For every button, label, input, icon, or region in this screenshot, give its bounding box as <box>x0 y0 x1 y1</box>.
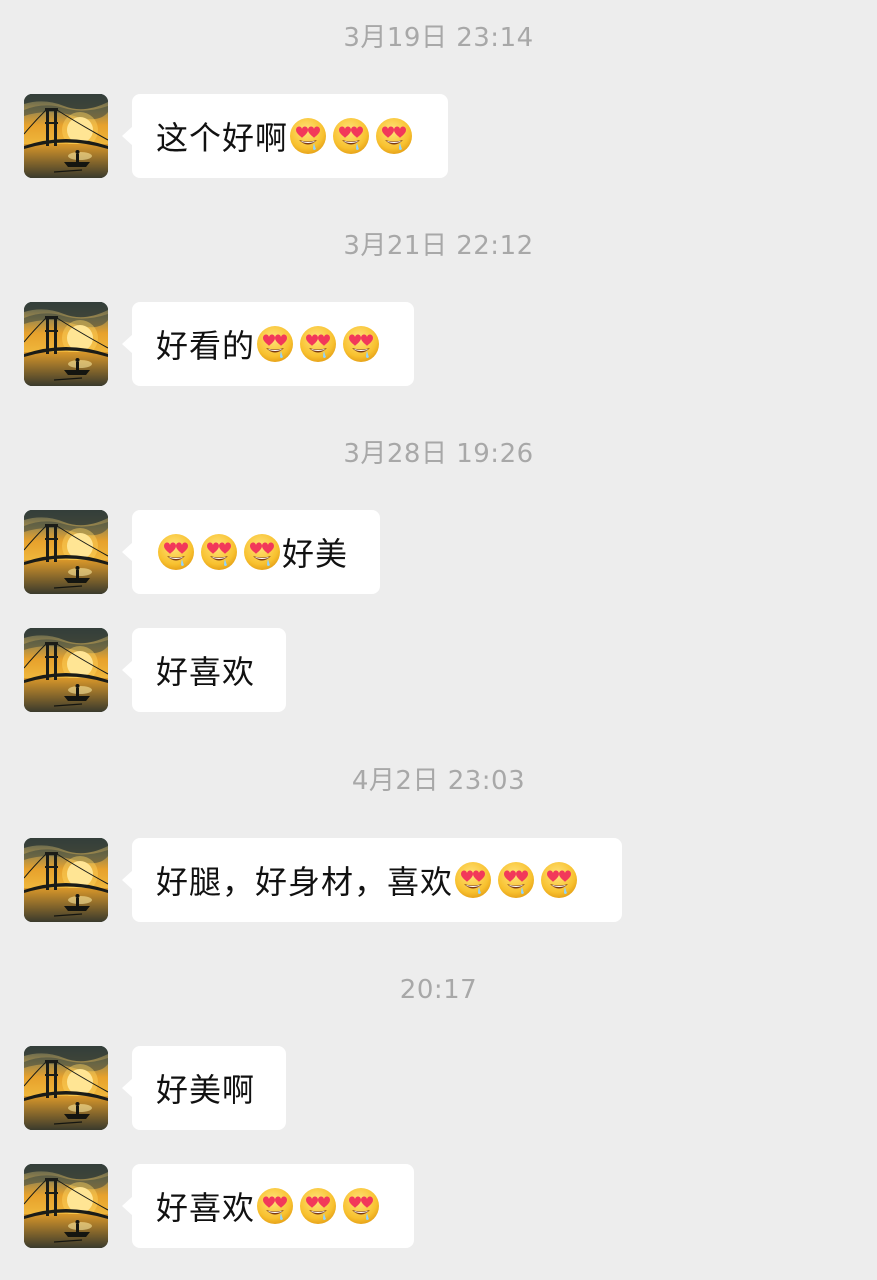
sunset-bridge-avatar-icon[interactable] <box>24 1164 108 1248</box>
message-bubble[interactable]: 这个好啊 <box>122 94 448 178</box>
message-text: 好美 <box>282 535 349 573</box>
message-timestamp: 20:17 <box>399 975 478 1005</box>
message-bubble[interactable]: 好看的 <box>122 302 414 386</box>
message-bubble[interactable]: 好美啊 <box>122 1046 286 1130</box>
heart-eyes-drooling-emoji-icon <box>343 1188 380 1224</box>
message-bubble[interactable]: 好喜欢 <box>122 1164 414 1248</box>
heart-eyes-drooling-emoji-icon <box>244 534 280 570</box>
message-text: 这个好啊 <box>156 119 289 157</box>
message-text: 好喜欢 <box>156 653 256 691</box>
emoji-group <box>453 860 579 900</box>
heart-eyes-drooling-emoji-icon <box>257 1188 294 1224</box>
message-bubble[interactable]: 好腿，好身材，喜欢 <box>122 838 622 922</box>
message-text: 好美啊 <box>156 1071 256 1109</box>
heart-eyes-drooling-emoji-icon <box>541 862 578 898</box>
message-text: 好腿，好身材，喜欢 <box>156 863 454 901</box>
message-timestamp: 3月28日 19:26 <box>343 439 534 469</box>
sunset-bridge-avatar-icon[interactable] <box>24 1046 108 1130</box>
message-timestamp: 3月21日 22:12 <box>343 231 534 261</box>
heart-eyes-drooling-emoji-icon <box>343 326 380 362</box>
sunset-bridge-avatar-icon[interactable] <box>24 838 108 922</box>
emoji-group <box>255 324 381 364</box>
heart-eyes-drooling-emoji-icon <box>300 326 337 362</box>
message-bubble[interactable]: 好美 <box>122 510 380 594</box>
heart-eyes-drooling-emoji-icon <box>290 118 327 154</box>
message-timestamp: 4月2日 23:03 <box>351 766 526 796</box>
message-bubble[interactable]: 好喜欢 <box>122 628 286 712</box>
heart-eyes-drooling-emoji-icon <box>158 534 194 570</box>
message-text: 好看的 <box>156 327 256 365</box>
heart-eyes-drooling-emoji-icon <box>257 326 294 362</box>
sunset-bridge-avatar-icon[interactable] <box>24 302 108 386</box>
message-text: 好喜欢 <box>156 1189 256 1227</box>
heart-eyes-drooling-emoji-icon <box>333 118 370 154</box>
emoji-group <box>156 532 282 572</box>
sunset-bridge-avatar-icon[interactable] <box>24 94 108 178</box>
sunset-bridge-avatar-icon[interactable] <box>24 510 108 594</box>
heart-eyes-drooling-emoji-icon <box>376 118 413 154</box>
emoji-group <box>288 116 414 156</box>
chat-thread: 3月19日 23:14 这个好啊 3月21日 22:12 好看的 3月28日 1… <box>0 0 877 1280</box>
heart-eyes-drooling-emoji-icon <box>498 862 535 898</box>
heart-eyes-drooling-emoji-icon <box>455 862 492 898</box>
heart-eyes-drooling-emoji-icon <box>300 1188 337 1224</box>
sunset-bridge-avatar-icon[interactable] <box>24 628 108 712</box>
emoji-group <box>255 1186 381 1226</box>
message-timestamp: 3月19日 23:14 <box>343 23 534 53</box>
heart-eyes-drooling-emoji-icon <box>201 534 237 570</box>
